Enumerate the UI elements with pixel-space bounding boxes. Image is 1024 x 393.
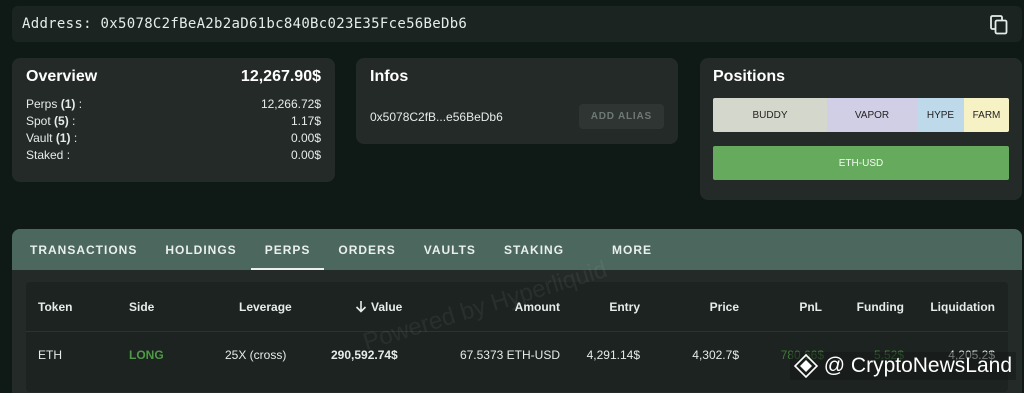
cell-amount: 67.5373 ETH-USD xyxy=(459,347,560,362)
overview-row-label: Spot (5) : xyxy=(26,114,76,128)
diamond-logo-icon xyxy=(793,354,818,378)
header-price[interactable]: Price xyxy=(710,300,739,314)
overview-row-value: 0.00$ xyxy=(290,148,321,162)
overview-row-spot: Spot (5) : 1.17$ xyxy=(26,113,321,130)
overview-row-staked: Staked : 0.00$ xyxy=(26,147,321,164)
header-token[interactable]: Token xyxy=(38,300,72,314)
header-liquidation[interactable]: Liquidation xyxy=(930,300,995,314)
tab-orders[interactable]: ORDERS xyxy=(324,229,409,270)
cell-price: 4,302.7$ xyxy=(692,347,739,362)
address-label: Address: 0x5078C2fBeA2b2aD61bc840Bc023E3… xyxy=(22,16,468,32)
overview-row-label: Vault (1) : xyxy=(26,131,78,145)
infos-card: Infos 0x5078C2fB...e56BeDb6 ADD ALIAS xyxy=(356,58,678,144)
short-address: 0x5078C2fB...e56BeDb6 xyxy=(370,109,503,124)
copy-icon[interactable] xyxy=(990,15,1008,35)
cell-side: LONG xyxy=(129,347,164,362)
spot-positions-bar: BUDDY VAPOR HYPE FARM xyxy=(713,98,1009,132)
add-alias-button[interactable]: ADD ALIAS xyxy=(578,104,664,129)
tab-perps[interactable]: PERPS xyxy=(250,229,325,270)
overview-row-perps: Perps (1) : 12,266.72$ xyxy=(26,96,321,113)
overview-row-vault: Vault (1) : 0.00$ xyxy=(26,130,321,147)
brand-watermark: @ CryptoNewsLand xyxy=(789,352,1016,380)
address-bar: Address: 0x5078C2fBeA2b2aD61bc840Bc023E3… xyxy=(12,6,1022,42)
overview-total: 12,267.90$ xyxy=(240,68,321,85)
header-side[interactable]: Side xyxy=(129,300,154,314)
tab-staking[interactable]: STAKING xyxy=(490,229,578,270)
tab-holdings[interactable]: HOLDINGS xyxy=(151,229,250,270)
positions-card: Positions BUDDY VAPOR HYPE FARM ETH-USD xyxy=(700,58,1022,200)
overview-row-label: Perps (1) : xyxy=(26,97,83,111)
positions-title: Positions xyxy=(713,68,786,85)
position-farm[interactable]: FARM xyxy=(964,98,1009,132)
arrow-down-icon xyxy=(355,301,367,313)
position-hype[interactable]: HYPE xyxy=(917,98,964,132)
header-pnl[interactable]: PnL xyxy=(799,300,822,314)
cell-token: ETH xyxy=(38,347,62,362)
header-leverage[interactable]: Leverage xyxy=(239,300,292,314)
cell-leverage: 25X (cross) xyxy=(225,347,287,362)
tab-more[interactable]: MORE xyxy=(598,229,666,270)
table-header: Token Side Leverage Value Amount Entry P… xyxy=(26,282,1008,332)
position-vapor[interactable]: VAPOR xyxy=(827,98,917,132)
position-eth-usd[interactable]: ETH-USD xyxy=(713,146,1009,180)
overview-card: Overview 12,267.90$ Perps (1) : 12,266.72… xyxy=(12,58,335,182)
overview-row-value: 0.00$ xyxy=(290,131,321,145)
overview-row-label: Staked : xyxy=(26,148,71,162)
overview-row-value: 12,266.72$ xyxy=(260,97,321,111)
infos-title: Infos xyxy=(370,68,409,85)
tabs-bar: TRANSACTIONS HOLDINGS PERPS ORDERS VAULTS STA… xyxy=(12,229,1022,270)
header-value[interactable]: Value xyxy=(355,300,402,314)
cell-value: 290,592.74$ xyxy=(331,347,398,362)
tab-transactions[interactable]: TRANSACTIONS xyxy=(16,229,151,270)
tab-vaults[interactable]: VAULTS xyxy=(410,229,490,270)
header-amount[interactable]: Amount xyxy=(515,300,560,314)
header-entry[interactable]: Entry xyxy=(609,300,640,314)
overview-title: Overview xyxy=(26,68,98,85)
cell-entry: 4,291.14$ xyxy=(586,347,640,362)
overview-row-value: 1.17$ xyxy=(290,114,321,128)
header-funding[interactable]: Funding xyxy=(857,300,904,314)
position-buddy[interactable]: BUDDY xyxy=(713,98,827,132)
